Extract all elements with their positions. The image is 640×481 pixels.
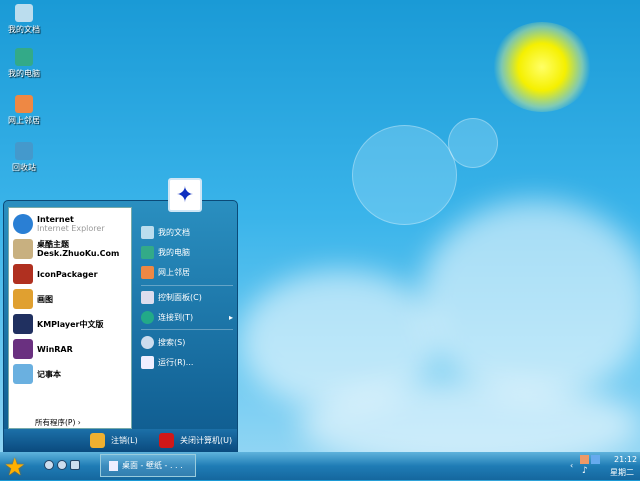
desktop-icon-my-computer[interactable]: 我的电脑 [2, 48, 46, 79]
menu-item-my-documents[interactable]: 我的文档 [141, 226, 190, 239]
network-icon [141, 266, 154, 279]
menu-item-my-computer[interactable]: 我的电脑 [141, 246, 190, 259]
network-icon [15, 95, 33, 113]
desktop-icon-my-documents[interactable]: 我的文档 [2, 4, 46, 35]
taskbar-task-button[interactable]: 桌面 - 壁纸 - . . . [100, 454, 196, 477]
desktop-icon-recycle-bin[interactable]: 回收站 [2, 142, 46, 173]
power-icon [159, 433, 174, 448]
menu-item-connect-to[interactable]: 连接到(T) ▸ [141, 311, 233, 324]
globe-icon [141, 311, 154, 324]
control-panel-icon [141, 291, 154, 304]
menu-item-zhuoku[interactable]: 桌酷主题 Desk.ZhuoKu.Com [13, 239, 119, 259]
theme-icon [13, 239, 33, 259]
menu-item-paint[interactable]: 画图 [13, 289, 53, 309]
paint-icon [13, 289, 33, 309]
start-button-star-icon[interactable]: ★ [4, 453, 26, 481]
divider [141, 285, 233, 286]
menu-item-run[interactable]: 运行(R)... [141, 356, 193, 369]
folder-icon [141, 226, 154, 239]
lens-flare [352, 125, 457, 225]
tray-user-icon[interactable] [580, 455, 589, 464]
system-tray: ‹ ♪ 21:12 星期二 [570, 452, 640, 480]
start-menu-footer: 注销(L) 关闭计算机(U) [4, 429, 237, 452]
quicklaunch-ie-icon[interactable] [44, 460, 54, 470]
shutdown-button[interactable]: 关闭计算机(U) [159, 433, 232, 448]
iconpackager-icon [13, 264, 33, 284]
winrar-icon [13, 339, 33, 359]
start-menu: Internet Internet Explorer 桌酷主题 Desk.ZhuoK… [3, 200, 238, 452]
menu-item-control-panel[interactable]: 控制面板(C) [141, 291, 202, 304]
desktop-icon-network[interactable]: 网上邻居 [2, 95, 46, 126]
clock-day: 星期二 [610, 468, 634, 477]
search-icon [141, 336, 154, 349]
user-avatar-butterfly-icon[interactable]: ✦ [168, 178, 202, 212]
quicklaunch-browser-icon[interactable] [57, 460, 67, 470]
notepad-icon [13, 364, 33, 384]
kmplayer-icon [13, 314, 33, 334]
menu-item-network[interactable]: 网上邻居 [141, 266, 190, 279]
tray-volume-icon[interactable]: ♪ [582, 466, 588, 476]
sun [492, 22, 592, 112]
lens-flare [448, 118, 498, 168]
divider [141, 329, 233, 330]
menu-item-internet[interactable]: Internet Internet Explorer [13, 214, 105, 234]
ie-icon [13, 214, 33, 234]
logoff-button[interactable]: 注销(L) [90, 433, 138, 448]
arrow-right-icon: › [77, 418, 81, 427]
quicklaunch-desktop-icon[interactable] [70, 460, 80, 470]
document-icon [109, 460, 118, 471]
menu-item-kmplayer[interactable]: KMPlayer中文版 [13, 314, 104, 334]
arrow-right-icon: ▸ [228, 313, 233, 322]
tray-expand-chevron-icon[interactable]: ‹ [570, 461, 573, 470]
computer-icon [15, 48, 33, 66]
menu-item-iconpackager[interactable]: IconPackager [13, 264, 98, 284]
menu-item-winrar[interactable]: WinRAR [13, 339, 73, 359]
clock-time[interactable]: 21:12 [614, 455, 637, 464]
run-icon [141, 356, 154, 369]
recycle-bin-icon [15, 142, 33, 160]
taskbar: ★ 桌面 - 壁纸 - . . . ‹ ♪ 21:12 星期二 [0, 452, 640, 481]
pinned-programs: Internet Internet Explorer 桌酷主题 Desk.ZhuoK… [8, 207, 132, 429]
tray-network-icon[interactable] [591, 455, 600, 464]
folder-icon [15, 4, 33, 22]
logoff-icon [90, 433, 105, 448]
all-programs-button[interactable]: 所有程序(P) › [35, 417, 81, 428]
menu-item-notepad[interactable]: 记事本 [13, 364, 61, 384]
computer-icon [141, 246, 154, 259]
menu-item-search[interactable]: 搜索(S) [141, 336, 185, 349]
